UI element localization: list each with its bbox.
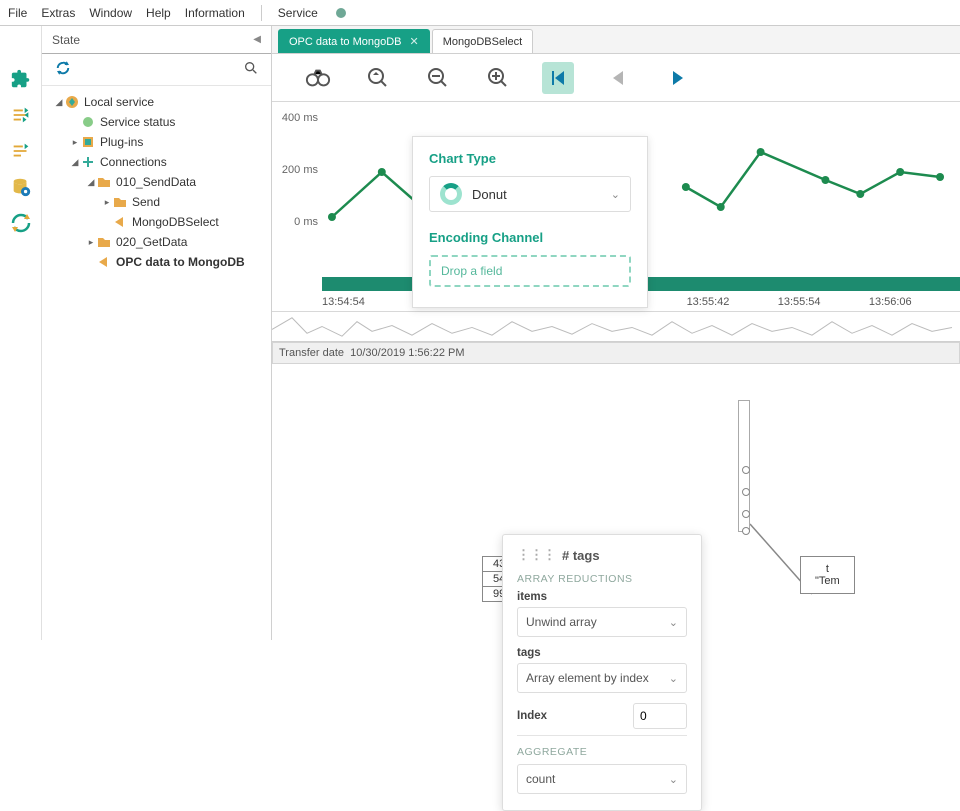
flow-canvas[interactable]: 438 546 997 $.Tank t"Tem ⋮⋮⋮# tags ARRAY… (272, 364, 960, 640)
chevron-down-icon: ⌄ (669, 616, 678, 629)
db-gear-icon[interactable] (8, 174, 34, 200)
encoding-dropzone[interactable]: Drop a field (429, 255, 631, 287)
tree-connections[interactable]: ◢Connections (46, 152, 267, 172)
aggregate-popup: ⋮⋮⋮# tags ARRAY REDUCTIONS items Unwind … (502, 534, 702, 811)
chart-type-title: Chart Type (429, 151, 631, 166)
search-icon[interactable] (243, 60, 259, 79)
collapse-icon[interactable]: ◀ (253, 34, 261, 45)
tab-bar: OPC data to MongoDB✕ MongoDBSelect (272, 26, 960, 54)
items-label: items (517, 591, 687, 603)
index-input[interactable] (633, 703, 687, 729)
menu-separator (261, 5, 262, 21)
menubar: File Extras Window Help Information Serv… (0, 0, 960, 26)
left-toolstrip (0, 26, 42, 640)
sliders-icon[interactable] (8, 102, 34, 128)
close-icon[interactable]: ✕ (410, 35, 419, 48)
tags-label: tags (517, 647, 687, 659)
menu-information[interactable]: Information (185, 6, 245, 20)
zoom-out-icon[interactable] (422, 62, 454, 94)
refresh-icon[interactable] (54, 59, 72, 80)
tree-plugins[interactable]: ▸Plug-ins (46, 132, 267, 152)
prev-icon[interactable] (602, 62, 634, 94)
tree-senddata[interactable]: ◢010_SendData (46, 172, 267, 192)
side-panel-title: State (52, 33, 80, 47)
tree-send[interactable]: ▸Send (46, 192, 267, 212)
chevron-down-icon: ⌄ (669, 773, 678, 786)
chevron-down-icon: ⌄ (611, 188, 620, 201)
side-panel: State ◀ ◢Local service Service status ▸P… (42, 26, 272, 640)
array-reductions-label: ARRAY REDUCTIONS (517, 573, 687, 585)
tree-local-service[interactable]: ◢Local service (46, 92, 267, 112)
chart-type-popup: Chart Type Donut ⌄ Encoding Channel Drop… (412, 136, 648, 308)
aggregate-label: AGGREGATE (517, 746, 687, 758)
index-label: Index (517, 710, 547, 722)
tab-mongoselect[interactable]: MongoDBSelect (432, 29, 534, 53)
menu-window[interactable]: Window (89, 6, 132, 20)
next-icon[interactable] (662, 62, 694, 94)
transfer-label: Transfer date (279, 347, 344, 359)
aggregate-select[interactable]: count⌄ (517, 764, 687, 794)
skip-first-icon[interactable] (542, 62, 574, 94)
binoculars-icon[interactable] (302, 62, 334, 94)
chevron-down-icon: ⌄ (669, 672, 678, 685)
sliders2-icon[interactable] (8, 138, 34, 164)
overview-wave[interactable] (272, 312, 960, 342)
service-status-dot (336, 8, 346, 18)
side-panel-header[interactable]: State ◀ (42, 26, 271, 54)
tree-getdata[interactable]: ▸020_GetData (46, 232, 267, 252)
chart-area: 400 ms200 ms0 ms 13:54:5413:55:0613:55:4… (272, 102, 960, 312)
puzzle-icon[interactable] (8, 66, 34, 92)
tree-service-status[interactable]: Service status (46, 112, 267, 132)
tags-select[interactable]: Array element by index⌄ (517, 663, 687, 693)
tree-opc[interactable]: OPC data to MongoDB (46, 252, 267, 272)
tem-node[interactable]: t"Tem (800, 556, 855, 594)
menu-help[interactable]: Help (146, 6, 171, 20)
transfer-bar: Transfer date 10/30/2019 1:56:22 PM (272, 342, 960, 364)
zoom-reset-icon[interactable] (362, 62, 394, 94)
items-select[interactable]: Unwind array⌄ (517, 607, 687, 637)
tree-mongoselect[interactable]: MongoDBSelect (46, 212, 267, 232)
zoom-in-icon[interactable] (482, 62, 514, 94)
y-axis: 400 ms200 ms0 ms (274, 112, 318, 268)
menu-extras[interactable]: Extras (41, 6, 75, 20)
tab-opc[interactable]: OPC data to MongoDB✕ (278, 29, 430, 53)
menu-service[interactable]: Service (278, 6, 318, 20)
donut-icon (440, 183, 462, 205)
sync-icon[interactable] (8, 210, 34, 236)
menu-file[interactable]: File (8, 6, 27, 20)
transfer-value: 10/30/2019 1:56:22 PM (350, 347, 464, 359)
chart-toolbar (272, 54, 960, 102)
encoding-title: Encoding Channel (429, 230, 631, 245)
drag-handle-icon[interactable]: ⋮⋮⋮ (517, 547, 556, 563)
state-tree: ◢Local service Service status ▸Plug-ins … (42, 86, 271, 278)
chart-type-select[interactable]: Donut ⌄ (429, 176, 631, 212)
